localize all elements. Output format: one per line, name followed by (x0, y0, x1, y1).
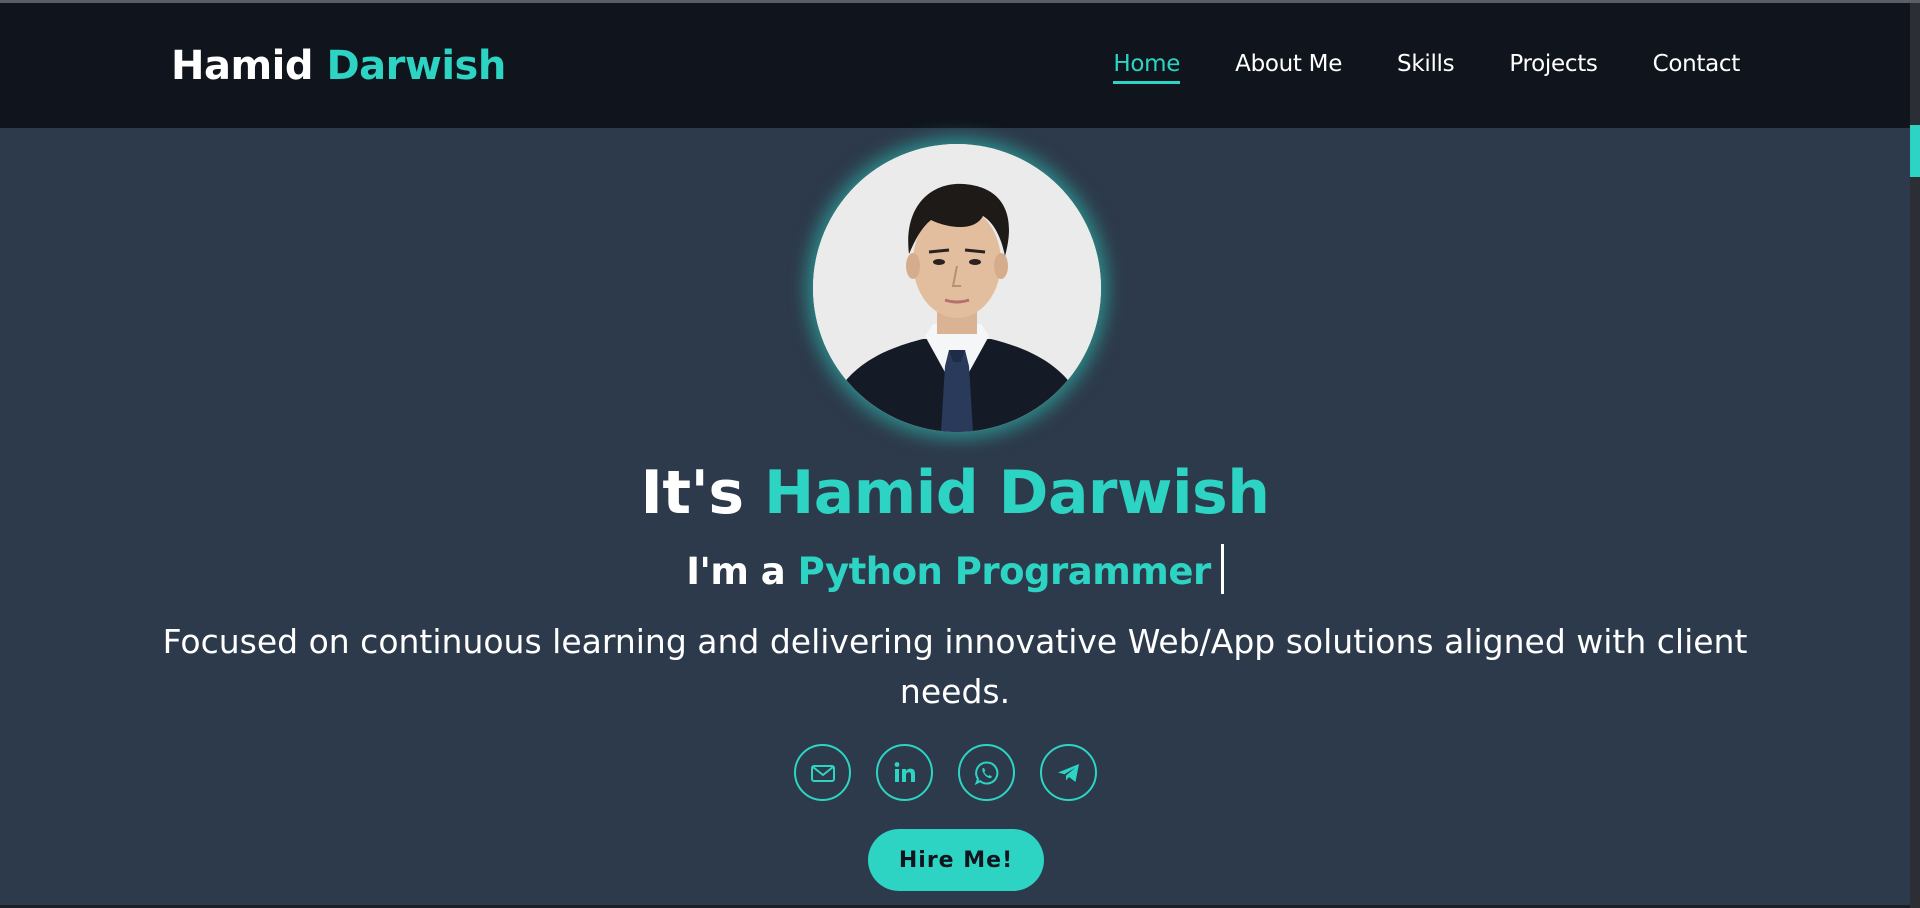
site-logo[interactable]: Hamid Darwish (171, 43, 506, 89)
nav-item-home[interactable]: Home (1113, 51, 1180, 84)
whatsapp-link[interactable] (958, 744, 1015, 801)
nav-item-skills[interactable]: Skills (1397, 51, 1455, 84)
telegram-link[interactable] (1040, 744, 1097, 801)
hero-description: Focused on continuous learning and deliv… (162, 622, 1748, 711)
page-scrollbar[interactable] (1910, 3, 1920, 908)
whatsapp-icon (974, 760, 998, 785)
linkedin-link[interactable] (876, 744, 933, 801)
hero-greeting: It's (640, 458, 745, 528)
nav-item-contact[interactable]: Contact (1653, 51, 1741, 84)
linkedin-icon (894, 761, 915, 782)
logo-first-name: Hamid (171, 43, 314, 89)
telegram-icon (1057, 763, 1079, 782)
hero-name: Hamid Darwish (764, 458, 1270, 528)
scrollbar-thumb[interactable] (1910, 125, 1920, 177)
main-nav: Home About Me Skills Projects Contact (1113, 51, 1740, 84)
email-link[interactable] (794, 744, 851, 801)
hire-me-button[interactable]: Hire Me! (868, 829, 1044, 891)
profile-photo (813, 144, 1101, 432)
hero-role-prefix: I'm a (686, 550, 786, 593)
nav-item-projects[interactable]: Projects (1509, 51, 1598, 84)
hero-title: It's Hamid Darwish (0, 458, 1910, 528)
hero-subtitle: I'm a Python Programmer (0, 544, 1910, 594)
hero-role: Python Programmer (797, 550, 1212, 593)
logo-last-name: Darwish (326, 43, 506, 89)
typing-cursor (1220, 544, 1224, 594)
mail-icon (810, 764, 835, 782)
social-links (794, 744, 1097, 801)
navbar: Hamid Darwish Home About Me Skills Proje… (0, 3, 1910, 128)
page: Hamid Darwish Home About Me Skills Proje… (0, 0, 1920, 908)
nav-item-about-me[interactable]: About Me (1235, 51, 1342, 84)
profile-photo-illustration (813, 144, 1101, 432)
